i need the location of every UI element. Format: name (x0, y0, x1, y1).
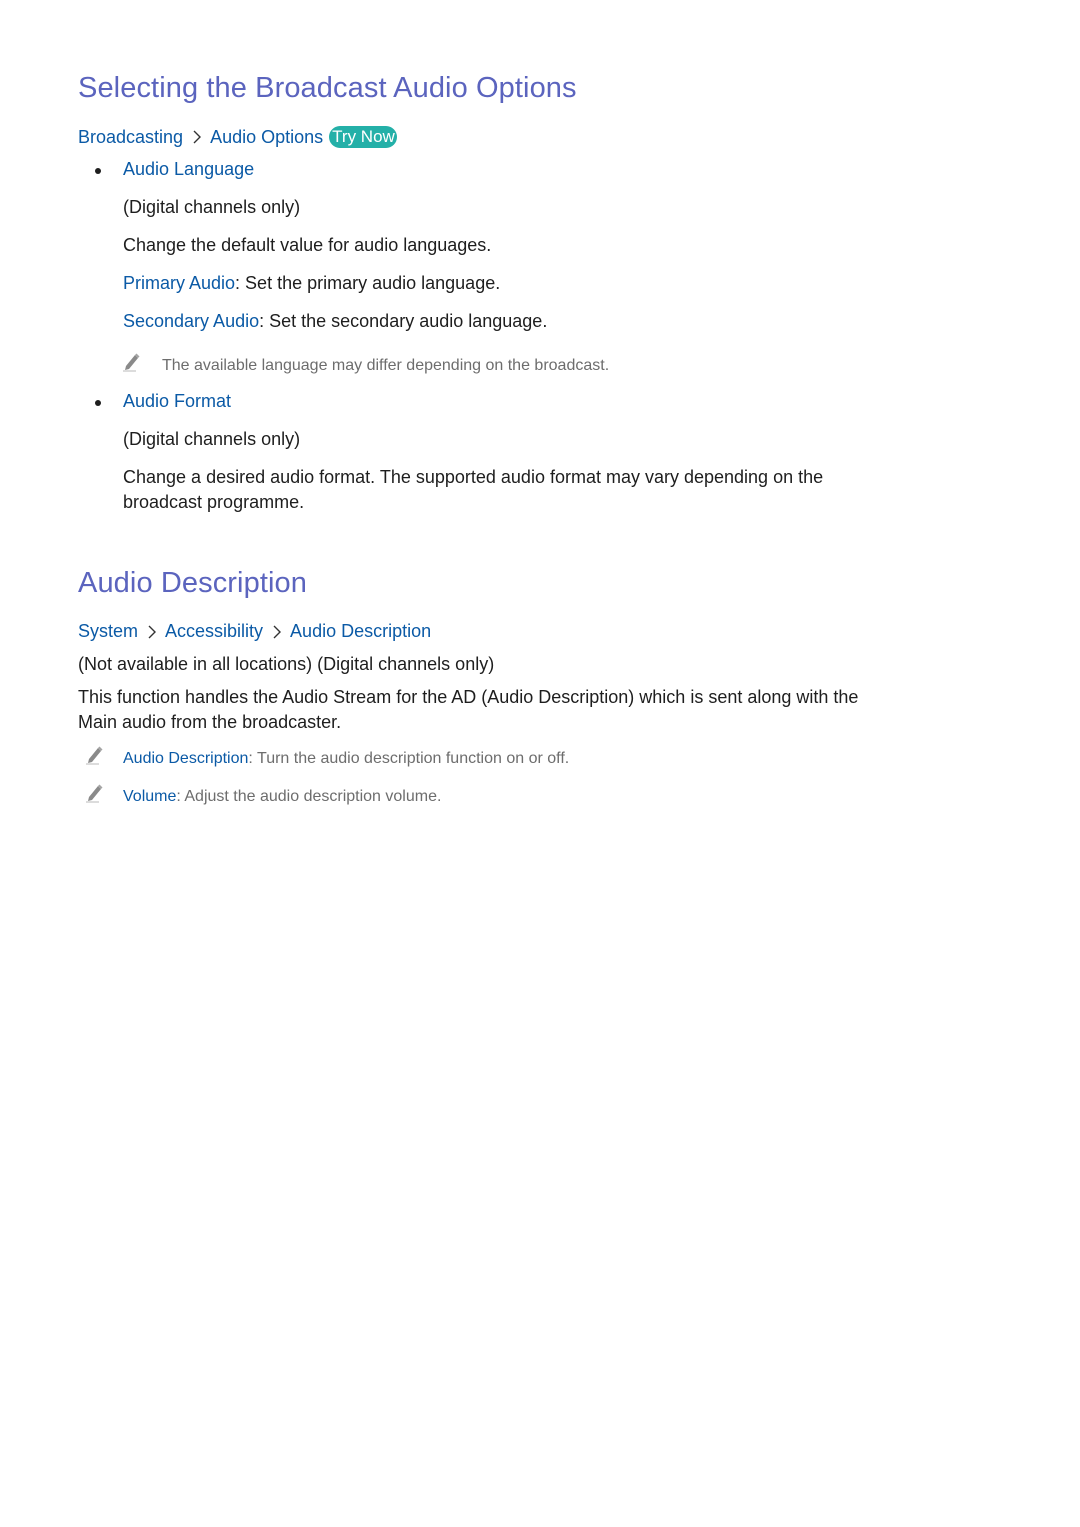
section-title-broadcast-audio-options: Selecting the Broadcast Audio Options (78, 72, 577, 104)
note-volume: Volume: Adjust the audio description vol… (123, 788, 441, 806)
pencil-icon (86, 746, 103, 765)
audio-format-description-line1: Change a desired audio format. The suppo… (123, 467, 824, 487)
breadcrumb-audio-description: System Accessibility Audio Description (78, 621, 431, 642)
audio-format-qualifier: (Digital channels only) (123, 429, 301, 449)
bullet-icon (95, 400, 101, 406)
option-primary-audio: Primary Audio: Set the primary audio lan… (123, 273, 500, 294)
option-secondary-audio: Secondary Audio: Set the secondary audio… (123, 311, 547, 332)
breadcrumb-item-audio-options[interactable]: Audio Options (210, 127, 323, 148)
item-title-audio-format[interactable]: Audio Format (123, 391, 231, 412)
note-available-language: The available language may differ depend… (162, 357, 610, 374)
breadcrumb-item-broadcasting[interactable]: Broadcasting (78, 127, 183, 148)
item-title-audio-language[interactable]: Audio Language (123, 159, 254, 180)
breadcrumb-item-system[interactable]: System (78, 621, 138, 642)
bullet-icon (95, 168, 101, 174)
audio-language-qualifier: (Digital channels only) (123, 197, 301, 217)
note-key-volume[interactable]: Volume (123, 788, 176, 805)
option-text: : Set the secondary audio language. (259, 311, 548, 331)
option-text: : Set the primary audio language. (235, 273, 501, 293)
chevron-right-icon (189, 129, 205, 145)
pencil-icon (86, 784, 103, 803)
pencil-icon (123, 353, 140, 372)
audio-language-description: Change the default value for audio langu… (123, 235, 492, 255)
audio-description-text-line2: Main audio from the broadcaster. (78, 712, 342, 732)
chevron-right-icon (269, 624, 285, 640)
note-key-audio-description[interactable]: Audio Description (123, 750, 248, 767)
chevron-right-icon (144, 624, 160, 640)
note-text: : Turn the audio description function on… (248, 750, 570, 767)
breadcrumb-broadcast-audio: Broadcasting Audio Options Try Now (78, 126, 397, 148)
section-title-audio-description: Audio Description (78, 567, 307, 599)
option-key-secondary-audio[interactable]: Secondary Audio (123, 311, 259, 331)
audio-description-qualifier: (Not available in all locations) (Digita… (78, 654, 495, 674)
note-audio-description: Audio Description: Turn the audio descri… (123, 750, 569, 768)
audio-description-text-line1: This function handles the Audio Stream f… (78, 687, 859, 707)
note-text: : Adjust the audio description volume. (176, 788, 442, 805)
option-key-primary-audio[interactable]: Primary Audio (123, 273, 235, 293)
breadcrumb-item-audio-description[interactable]: Audio Description (290, 621, 431, 642)
breadcrumb-item-accessibility[interactable]: Accessibility (165, 621, 263, 642)
try-now-button[interactable]: Try Now (329, 126, 397, 148)
audio-format-description-line2: broadcast programme. (123, 492, 305, 512)
